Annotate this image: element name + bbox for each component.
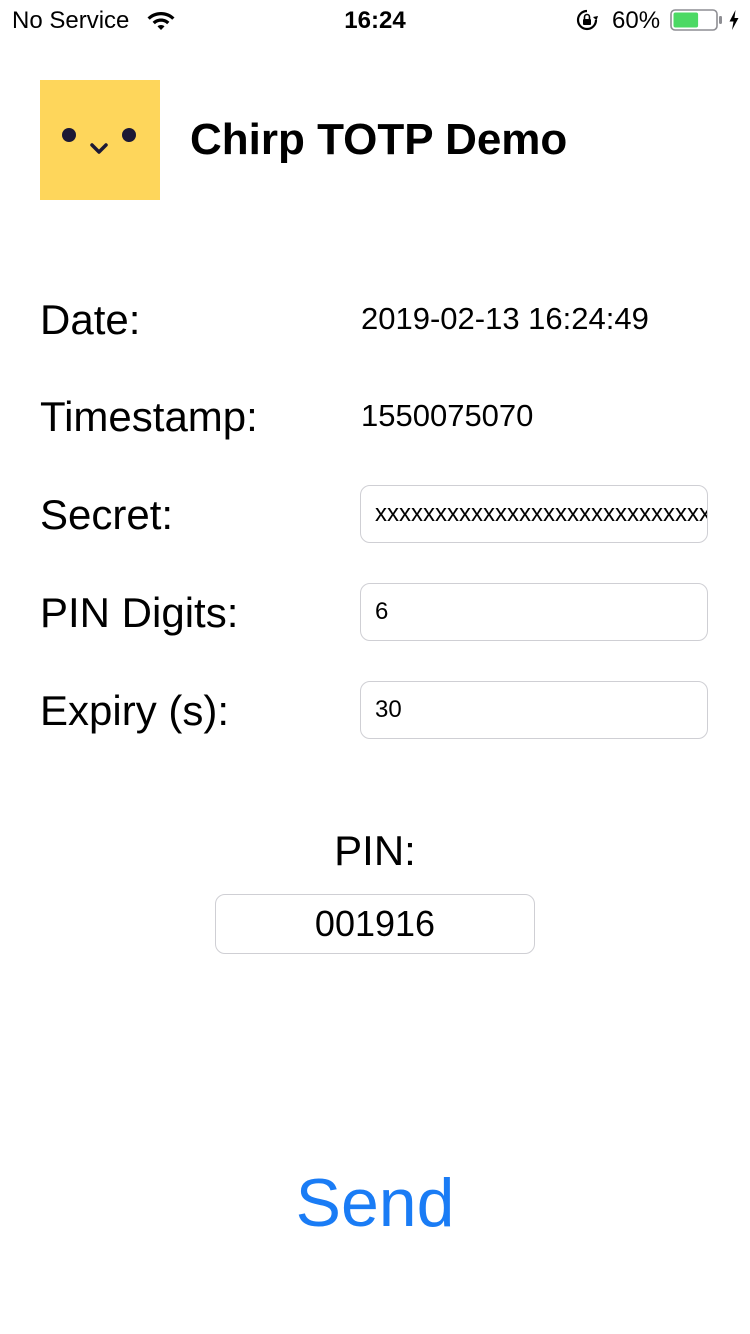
pin-digits-input[interactable]	[361, 584, 707, 640]
secret-input[interactable]	[361, 486, 707, 542]
status-bar: No Service 16:24 60%	[0, 0, 750, 40]
secret-field[interactable]	[360, 485, 708, 543]
expiry-label: Expiry (s):	[40, 687, 229, 734]
expiry-input[interactable]	[361, 682, 707, 738]
date-label: Date:	[40, 296, 141, 343]
send-button[interactable]: Send	[0, 1164, 750, 1242]
app-logo	[40, 80, 160, 200]
battery-icon	[670, 9, 722, 31]
timestamp-label: Timestamp:	[40, 393, 258, 440]
battery-level-fill	[673, 12, 699, 28]
bolt-icon	[729, 10, 739, 30]
secret-label: Secret:	[40, 491, 174, 538]
timestamp-value: 1550075070	[361, 398, 534, 433]
app-title: Chirp TOTP Demo	[190, 115, 568, 164]
pin-label: PIN:	[334, 827, 416, 874]
pin-digits-field[interactable]	[360, 583, 708, 641]
smiley-face-icon	[62, 128, 136, 154]
lock-rotation-icon	[576, 9, 598, 31]
expiry-field[interactable]	[360, 681, 708, 739]
pin-value: 001916	[215, 894, 535, 954]
pin-digits-label: PIN Digits:	[40, 589, 239, 636]
date-value: 2019-02-13 16:24:49	[361, 301, 649, 336]
battery-percent: 60%	[612, 7, 661, 34]
